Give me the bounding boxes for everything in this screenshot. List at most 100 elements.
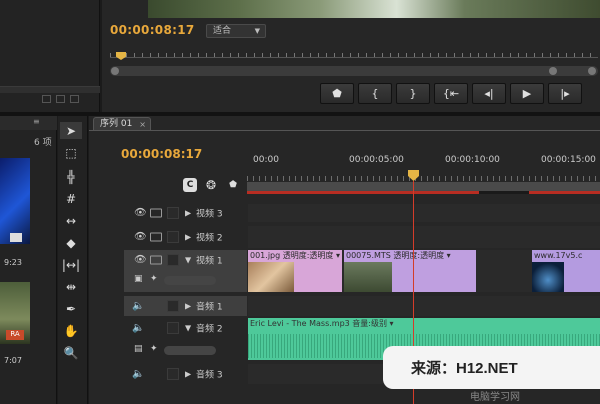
clip-thumbnail bbox=[248, 262, 294, 292]
step-back-button[interactable]: ◂| bbox=[472, 83, 506, 104]
chevron-right-icon[interactable]: ▶ bbox=[185, 370, 191, 379]
rate-stretch-tool-icon[interactable]: ↔ bbox=[60, 212, 82, 229]
eye-icon[interactable]: 👁 bbox=[134, 232, 147, 243]
ruler-label: 00:00:05:00 bbox=[349, 155, 404, 165]
track-name: 音频 1 bbox=[196, 302, 223, 313]
ruler-label: 00:00 bbox=[253, 155, 279, 165]
zoom-handle-end[interactable] bbox=[588, 67, 596, 75]
chevron-down-icon[interactable]: ▼ bbox=[185, 324, 191, 333]
track-video-1: 👁 ▼ 视频 1 ▣ ✦ 001.jpg 透明度:透明度 ▾ 00075.MTS… bbox=[124, 250, 600, 292]
film-icon[interactable] bbox=[150, 232, 162, 242]
keyframe-icon[interactable]: ✦ bbox=[150, 344, 158, 354]
track-header: 🔈 ▶ 音频 1 bbox=[124, 296, 247, 316]
keyframe-navigator[interactable] bbox=[164, 276, 216, 285]
film-icon[interactable] bbox=[150, 255, 162, 265]
ripple-edit-tool-icon[interactable]: ╬ bbox=[60, 168, 82, 185]
add-marker-button[interactable]: ⬟ bbox=[320, 83, 354, 104]
track-header: 👁 ▶ 视频 2 bbox=[124, 226, 247, 248]
track-header: 🔈 ▶ 音频 3 bbox=[124, 364, 247, 384]
program-time-ruler[interactable] bbox=[110, 48, 598, 58]
linked-selection-icon[interactable]: ❂ bbox=[204, 178, 218, 192]
add-marker-icon[interactable]: ⬟ bbox=[226, 178, 240, 192]
eye-icon[interactable]: 👁 bbox=[134, 208, 147, 219]
film-icon[interactable] bbox=[150, 208, 162, 218]
time-ruler-ticks[interactable] bbox=[247, 168, 600, 181]
thumbnail-badge-icon bbox=[10, 233, 22, 242]
lock-icon[interactable] bbox=[167, 254, 179, 266]
speaker-icon[interactable]: 🔈 bbox=[132, 301, 144, 312]
eye-icon[interactable]: 👁 bbox=[134, 255, 147, 266]
source-control-icon[interactable] bbox=[56, 95, 65, 103]
video-clip[interactable]: www.17v5.c bbox=[532, 250, 600, 292]
lock-icon[interactable] bbox=[167, 322, 179, 334]
keyframe-navigator[interactable] bbox=[164, 346, 216, 355]
chevron-down-icon[interactable]: ▼ bbox=[185, 256, 191, 265]
rolling-edit-tool-icon[interactable]: # bbox=[60, 190, 82, 207]
tab-sequence[interactable]: 序列 01 × bbox=[93, 117, 151, 131]
chevron-right-icon[interactable]: ▶ bbox=[185, 209, 191, 218]
mark-out-button[interactable]: } bbox=[396, 83, 430, 104]
speaker-icon[interactable]: 🔈 bbox=[132, 369, 144, 380]
track-body[interactable] bbox=[248, 226, 600, 248]
pen-tool-icon[interactable]: ✒ bbox=[60, 300, 82, 317]
slide-tool-icon[interactable]: ⇹ bbox=[60, 278, 82, 295]
zoom-handle-right[interactable] bbox=[549, 67, 557, 75]
tools-panel: ➤ ⬚ ╬ # ↔ ◆ |↔| ⇹ ✒ ✋ 🔍 bbox=[58, 116, 88, 404]
selection-tool-icon[interactable]: ➤ bbox=[60, 122, 82, 139]
project-tab[interactable]: ≡ bbox=[0, 116, 57, 130]
watermark: 来源：H12.NET bbox=[383, 346, 600, 389]
source-control-icon[interactable] bbox=[42, 95, 51, 103]
render-bar bbox=[247, 191, 600, 194]
lock-icon[interactable] bbox=[167, 300, 179, 312]
lock-icon[interactable] bbox=[167, 231, 179, 243]
thumbnail-type-badge: RA bbox=[6, 330, 24, 340]
go-to-in-button[interactable]: {⇤ bbox=[434, 83, 468, 104]
video-clip[interactable]: 00075.MTS 透明度:透明度 ▾ bbox=[344, 250, 476, 292]
source-control-icon[interactable] bbox=[70, 95, 79, 103]
ruler-label: 00:00:15:00 bbox=[541, 155, 596, 165]
video-clip[interactable]: 001.jpg 透明度:透明度 ▾ bbox=[248, 250, 342, 292]
step-forward-button[interactable]: |▸ bbox=[548, 83, 582, 104]
track-header: 👁 ▶ 视频 3 bbox=[124, 204, 247, 222]
source-scrollbar[interactable] bbox=[0, 86, 100, 93]
program-zoom-scrollbar[interactable] bbox=[110, 66, 598, 76]
track-name: 音频 2 bbox=[196, 324, 223, 335]
render-bar-gap bbox=[479, 191, 529, 194]
clip-label: 001.jpg 透明度:透明度 ▾ bbox=[250, 251, 340, 260]
source-monitor-panel bbox=[0, 0, 100, 112]
work-area-bar[interactable] bbox=[247, 182, 600, 194]
lock-icon[interactable] bbox=[167, 368, 179, 380]
track-header: 👁 ▼ 视频 1 ▣ ✦ bbox=[124, 250, 247, 292]
track-select-tool-icon[interactable]: ⬚ bbox=[60, 144, 82, 161]
display-style-icon[interactable]: ▤ bbox=[134, 344, 143, 354]
thumbnail-duration: 7:07 bbox=[4, 356, 22, 365]
razor-tool-icon[interactable]: ◆ bbox=[60, 234, 82, 251]
slip-tool-icon[interactable]: |↔| bbox=[60, 256, 82, 273]
clip-thumbnail bbox=[532, 262, 564, 292]
display-style-icon[interactable]: ▣ bbox=[134, 274, 143, 284]
clip-label: Eric Levi - The Mass.mp3 音量:级别 ▾ bbox=[250, 319, 394, 328]
fit-dropdown[interactable]: 适合 ▼ bbox=[206, 24, 266, 38]
snap-icon[interactable]: C bbox=[183, 178, 197, 192]
track-audio-1: 🔈 ▶ 音频 1 bbox=[124, 296, 600, 316]
keyframe-icon[interactable]: ✦ bbox=[150, 274, 158, 284]
track-body[interactable]: 001.jpg 透明度:透明度 ▾ 00075.MTS 透明度:透明度 ▾ ww… bbox=[248, 250, 600, 292]
sequence-tab-label: 序列 01 bbox=[100, 119, 133, 129]
project-thumbnail[interactable] bbox=[0, 158, 30, 244]
lock-icon[interactable] bbox=[167, 207, 179, 219]
hand-tool-icon[interactable]: ✋ bbox=[60, 322, 82, 339]
chevron-right-icon[interactable]: ▶ bbox=[185, 302, 191, 311]
program-timecode[interactable]: 00:00:08:17 bbox=[110, 23, 195, 37]
track-name: 视频 2 bbox=[196, 233, 223, 244]
timeline-timecode[interactable]: 00:00:08:17 bbox=[121, 147, 202, 161]
track-body[interactable] bbox=[248, 296, 600, 316]
zoom-handle-left[interactable] bbox=[111, 67, 119, 75]
play-button[interactable]: ▶ bbox=[510, 83, 544, 104]
zoom-tool-icon[interactable]: 🔍 bbox=[60, 344, 82, 361]
speaker-icon[interactable]: 🔈 bbox=[132, 323, 144, 334]
menu-icon[interactable]: ≡ bbox=[33, 117, 40, 126]
mark-in-button[interactable]: { bbox=[358, 83, 392, 104]
tab-divider bbox=[89, 130, 600, 131]
chevron-right-icon[interactable]: ▶ bbox=[185, 233, 191, 242]
track-body[interactable] bbox=[248, 204, 600, 222]
